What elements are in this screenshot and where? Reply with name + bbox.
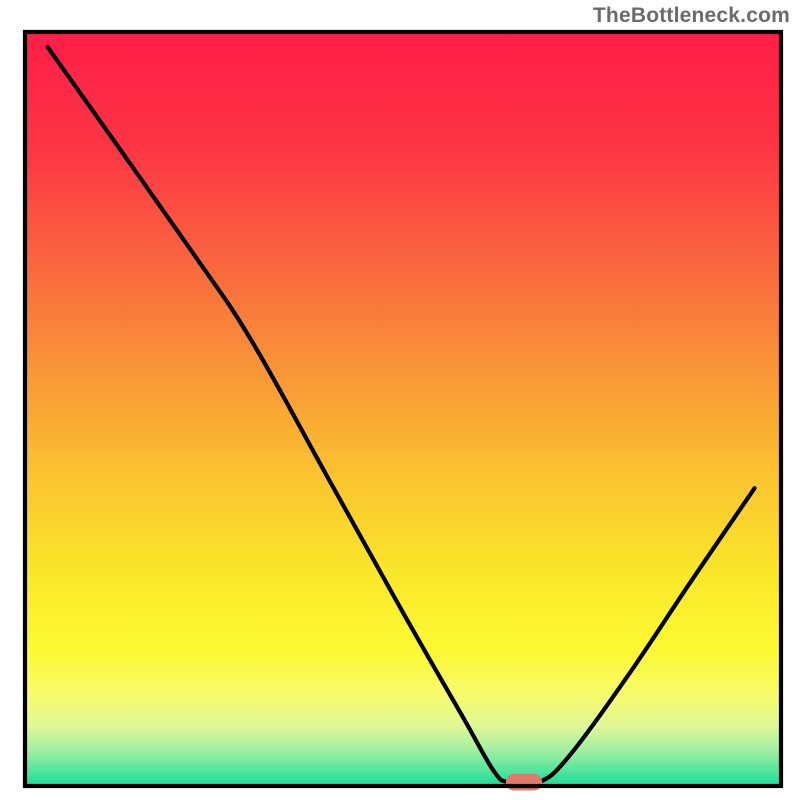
bottleneck-chart <box>0 0 800 800</box>
plot-gradient-background <box>25 32 781 786</box>
chart-container: TheBottleneck.com <box>0 0 800 800</box>
